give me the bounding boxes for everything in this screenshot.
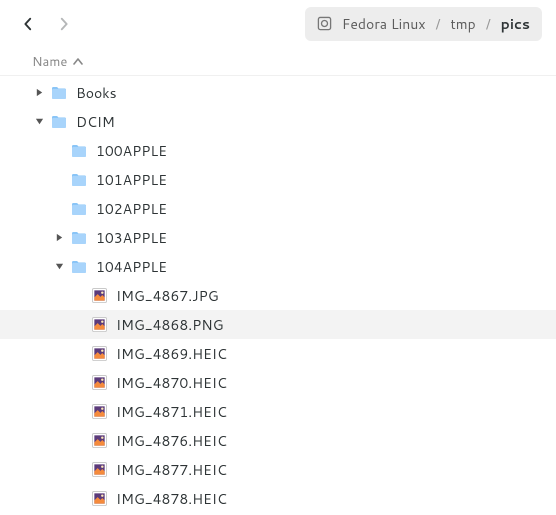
folder-row[interactable]: 101APPLE <box>0 165 556 194</box>
disclosure-triangle[interactable] <box>32 115 46 129</box>
disk-icon <box>317 16 332 31</box>
image-file-icon <box>90 432 108 450</box>
row-label: IMG_4871.HEIC <box>116 402 227 422</box>
disclosure-triangle <box>52 173 66 187</box>
file-row[interactable]: IMG_4868.PNG <box>0 310 556 339</box>
disclosure-triangle[interactable] <box>32 86 46 100</box>
column-header-label: Name <box>32 53 67 71</box>
folder-icon <box>70 200 88 218</box>
disclosure-triangle <box>72 376 86 390</box>
row-label: IMG_4877.HEIC <box>116 460 227 480</box>
file-row[interactable]: IMG_4877.HEIC <box>0 455 556 484</box>
folder-icon <box>70 142 88 160</box>
image-file-icon <box>90 374 108 392</box>
disclosure-triangle <box>52 202 66 216</box>
folder-icon <box>70 258 88 276</box>
breadcrumb-separator: / <box>436 14 441 34</box>
disclosure-triangle <box>72 289 86 303</box>
row-label: IMG_4870.HEIC <box>116 373 227 393</box>
breadcrumb-current[interactable]: pics <box>501 14 530 34</box>
file-row[interactable]: IMG_4869.HEIC <box>0 339 556 368</box>
sort-ascending-icon <box>73 57 83 67</box>
row-label: IMG_4869.HEIC <box>116 344 227 364</box>
folder-icon <box>70 229 88 247</box>
row-label: 100APPLE <box>96 141 167 161</box>
row-label: IMG_4868.PNG <box>116 315 224 335</box>
image-file-icon <box>90 461 108 479</box>
breadcrumb-mid[interactable]: tmp <box>450 14 475 34</box>
row-label: DCIM <box>76 112 115 132</box>
breadcrumb: Fedora Linux / tmp / pics <box>305 7 542 41</box>
disclosure-triangle[interactable] <box>52 231 66 245</box>
image-file-icon <box>90 403 108 421</box>
disclosure-triangle <box>72 405 86 419</box>
nav-forward-button[interactable] <box>50 10 78 38</box>
row-label: IMG_4878.HEIC <box>116 489 227 509</box>
file-row[interactable]: IMG_4870.HEIC <box>0 368 556 397</box>
image-file-icon <box>90 345 108 363</box>
folder-row[interactable]: 102APPLE <box>0 194 556 223</box>
column-header-name[interactable]: Name <box>0 48 556 76</box>
disclosure-triangle <box>72 463 86 477</box>
disclosure-triangle[interactable] <box>52 260 66 274</box>
file-tree: Books DCIM 100APPLE 101APPLE 102APPLE 103APPL… <box>0 76 556 515</box>
chevron-right-icon <box>57 17 71 31</box>
disclosure-triangle <box>72 347 86 361</box>
nav-back-button[interactable] <box>14 10 42 38</box>
folder-row[interactable]: 103APPLE <box>0 223 556 252</box>
row-label: 104APPLE <box>96 257 167 277</box>
file-row[interactable]: IMG_4878.HEIC <box>0 484 556 513</box>
breadcrumb-root[interactable]: Fedora Linux <box>342 14 426 34</box>
row-label: IMG_4867.JPG <box>116 286 219 306</box>
file-row[interactable]: IMG_4867.JPG <box>0 281 556 310</box>
row-label: 101APPLE <box>96 170 167 190</box>
row-label: 102APPLE <box>96 199 167 219</box>
folder-row[interactable]: 100APPLE <box>0 136 556 165</box>
disclosure-triangle <box>72 318 86 332</box>
row-label: 103APPLE <box>96 228 167 248</box>
breadcrumb-separator: / <box>486 14 491 34</box>
chevron-left-icon <box>21 17 35 31</box>
folder-icon <box>50 84 68 102</box>
image-file-icon <box>90 316 108 334</box>
disclosure-triangle <box>72 434 86 448</box>
disclosure-triangle <box>52 144 66 158</box>
folder-icon <box>50 113 68 131</box>
file-row[interactable]: IMG_4876.HEIC <box>0 426 556 455</box>
image-file-icon <box>90 287 108 305</box>
disclosure-triangle <box>72 492 86 506</box>
file-row[interactable]: IMG_4871.HEIC <box>0 397 556 426</box>
folder-icon <box>70 171 88 189</box>
toolbar: Fedora Linux / tmp / pics <box>0 0 556 48</box>
folder-row[interactable]: 104APPLE <box>0 252 556 281</box>
row-label: Books <box>76 83 117 103</box>
folder-row[interactable]: DCIM <box>0 107 556 136</box>
row-label: IMG_4876.HEIC <box>116 431 227 451</box>
image-file-icon <box>90 490 108 508</box>
folder-row[interactable]: Books <box>0 78 556 107</box>
